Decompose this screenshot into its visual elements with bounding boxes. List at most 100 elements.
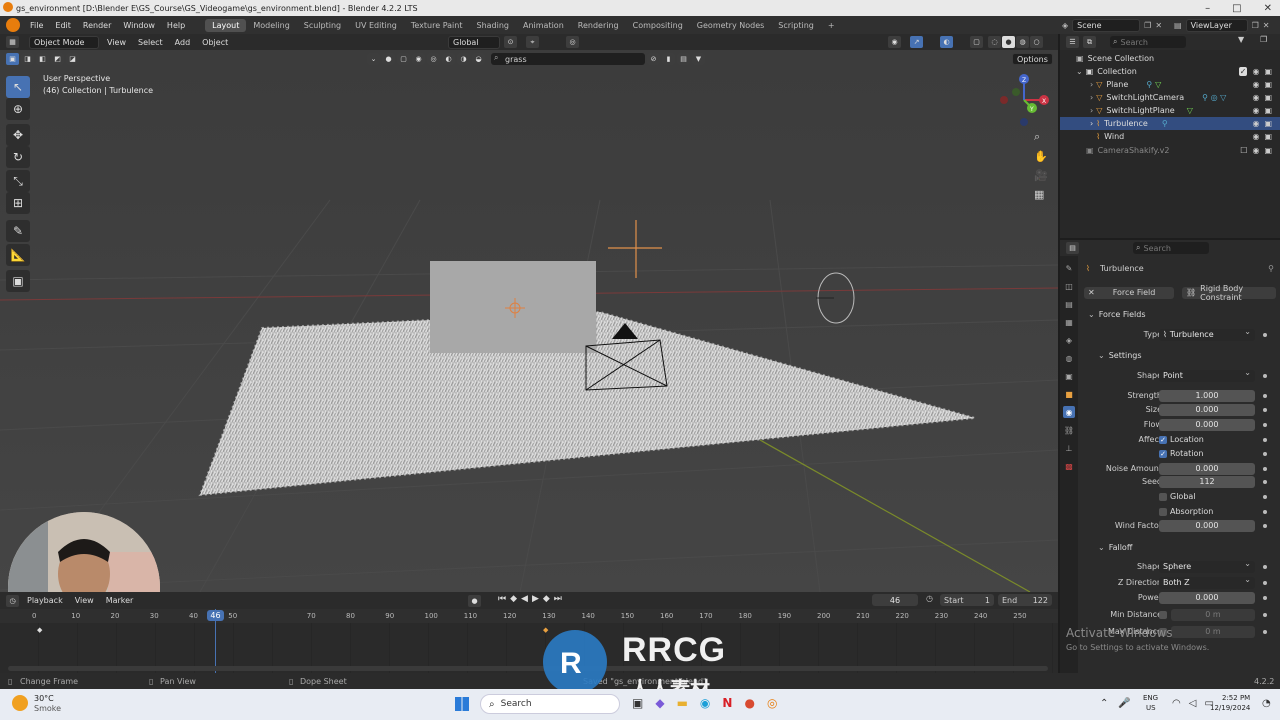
blender-menu-icon[interactable]	[6, 18, 20, 32]
netflix-icon[interactable]: N	[722, 696, 732, 710]
animate-dot[interactable]	[1263, 451, 1267, 456]
filter-icon[interactable]: ▼	[692, 53, 705, 65]
jump-start-icon[interactable]: ⏮	[498, 594, 506, 604]
z-direction-dropdown[interactable]: Both Z	[1159, 575, 1255, 589]
menu-view[interactable]: View	[103, 38, 130, 47]
language-indicator[interactable]: ENG	[1143, 694, 1158, 702]
filter-dropdown-icon[interactable]: ⌄	[367, 53, 380, 65]
section-falloff[interactable]: ⌄ Falloff	[1078, 540, 1280, 554]
eye-icon[interactable]: ◉	[1252, 106, 1259, 115]
notifications-icon[interactable]: ◔	[1262, 698, 1271, 709]
volume-icon[interactable]: ◁	[1189, 698, 1197, 709]
3d-viewport[interactable]: User Perspective (46) Collection | Turbu…	[0, 50, 1058, 592]
perspective-grid-icon[interactable]: ▦	[1034, 188, 1048, 201]
menu-render[interactable]: Render	[77, 21, 117, 30]
camera-icon[interactable]: ▣	[1264, 93, 1272, 102]
clock-time[interactable]: 2:52 PM	[1222, 694, 1250, 702]
app-icon[interactable]: ◆	[655, 696, 664, 710]
animate-dot[interactable]	[1263, 612, 1267, 617]
restrict-select-icon[interactable]: ▢	[397, 53, 410, 65]
outliner-item-turbulence[interactable]: › ⌇ Turbulence ⚲ ◉ ▣	[1060, 117, 1280, 130]
select-invert-icon[interactable]: ◩	[51, 53, 64, 65]
edge-icon[interactable]: ◉	[700, 696, 710, 710]
start-frame-field[interactable]: Start 1	[940, 594, 994, 606]
tab-shading[interactable]: Shading	[469, 19, 516, 32]
delete-viewlayer-icon[interactable]: ✕	[1263, 21, 1270, 30]
use-min-distance-checkbox[interactable]	[1159, 610, 1167, 619]
animate-dot[interactable]	[1263, 393, 1267, 398]
outliner-collection[interactable]: ⌄ ▣ Collection ✓ ◉ ▣	[1060, 65, 1280, 78]
pan-hand-icon[interactable]: ✋	[1034, 150, 1048, 163]
menu-select[interactable]: Select	[134, 38, 167, 47]
camera-icon[interactable]: ▣	[1264, 119, 1272, 128]
region-indicator[interactable]: US	[1146, 704, 1156, 712]
select-subtract-icon[interactable]: ◧	[36, 53, 49, 65]
object-tab-icon[interactable]: ■	[1063, 388, 1075, 400]
scene-tab-icon[interactable]: ◈	[1063, 334, 1075, 346]
expand-arrow-icon[interactable]: ›	[1090, 93, 1093, 102]
scale-tool-icon[interactable]: ⤡	[6, 170, 30, 192]
animate-dot[interactable]	[1263, 564, 1267, 569]
blender-taskbar-icon[interactable]: ◎	[767, 696, 777, 710]
visibility-icon[interactable]: ◉	[888, 36, 901, 48]
outliner-editor-icon[interactable]: ☰	[1066, 36, 1079, 48]
animate-dot[interactable]	[1263, 479, 1267, 484]
keyframe-diamond[interactable]: ◆	[37, 626, 42, 634]
tool-tab-icon[interactable]: ✎	[1063, 262, 1075, 274]
options-dropdown[interactable]: Options	[1012, 53, 1053, 65]
playhead-handle[interactable]: 46	[207, 610, 224, 621]
scene-canvas[interactable]: User Perspective (46) Collection | Turbu…	[0, 50, 1058, 592]
render-tab-icon[interactable]: ◫	[1063, 280, 1075, 292]
properties-editor-icon[interactable]: ▤	[1066, 242, 1079, 254]
chevron-up-icon[interactable]: ⌃	[1100, 698, 1108, 709]
tab-compositing[interactable]: Compositing	[626, 19, 690, 32]
tab-modeling[interactable]: Modeling	[246, 19, 296, 32]
affect-rotation-checkbox[interactable]: ✓ Rotation	[1159, 449, 1203, 458]
microphone-icon[interactable]: 🎤	[1118, 698, 1130, 709]
remove-icon[interactable]: ✕	[1088, 288, 1095, 297]
exclude-checkbox[interactable]: ☐	[1240, 146, 1247, 155]
clear-search-icon[interactable]: ⊘	[647, 53, 660, 65]
texture-tab-icon[interactable]: ▩	[1063, 460, 1075, 472]
tab-sculpting[interactable]: Sculpting	[297, 19, 348, 32]
bookmark-icon[interactable]: ▮	[662, 53, 675, 65]
rendered-shading-icon[interactable]: ○	[1030, 36, 1043, 48]
menu-timeline-view[interactable]: View	[71, 596, 98, 605]
windows-start-icon[interactable]	[455, 697, 469, 711]
output-tab-icon[interactable]: ▤	[1063, 298, 1075, 310]
collapse-icon[interactable]: ▤	[677, 53, 690, 65]
eye-icon[interactable]: ◉	[1252, 67, 1259, 76]
outliner-item-camerashakify[interactable]: ▣ CameraShakify.v2 ☐ ◉ ▣	[1060, 144, 1280, 157]
display-mode-icon[interactable]: ⧉	[1083, 36, 1096, 48]
properties-search[interactable]: ⌕ Search	[1133, 242, 1209, 254]
auto-key-icon[interactable]: ●	[468, 594, 481, 607]
outliner-item-switchlightcamera[interactable]: › ▽ SwitchLightCamera ⚲ ◎ ▽ ◉ ▣	[1060, 91, 1280, 104]
rotate-tool-icon[interactable]: ↻	[6, 146, 30, 168]
select-extend-icon[interactable]: ◨	[21, 53, 34, 65]
restrict-hide-icon[interactable]: ◐	[442, 53, 455, 65]
play-icon[interactable]: ▶	[532, 594, 539, 604]
noise-amount-field[interactable]: 0.000	[1159, 462, 1255, 475]
seed-field[interactable]: 112	[1159, 475, 1255, 488]
animate-dot[interactable]	[1263, 437, 1267, 442]
select-new-icon[interactable]: ▣	[6, 53, 19, 65]
outliner-item-switchlightplane[interactable]: › ▽ SwitchLightPlane ▽ ◉ ▣	[1060, 104, 1280, 117]
new-collection-icon[interactable]: ❐	[1260, 35, 1267, 44]
affect-location-checkbox[interactable]: ✓ Location	[1159, 435, 1204, 444]
wind-factor-field[interactable]: 0.000	[1159, 519, 1255, 532]
camera-icon[interactable]: ▣	[1264, 67, 1272, 76]
snap-icon[interactable]: ⌖	[526, 36, 539, 48]
overlay-icon[interactable]: ◐	[940, 36, 953, 48]
menu-edit[interactable]: Edit	[49, 21, 77, 30]
menu-help[interactable]: Help	[161, 21, 191, 30]
animate-dot[interactable]	[1263, 494, 1267, 499]
next-key-icon[interactable]: ◆	[543, 594, 550, 604]
maximize-button[interactable]: □	[1232, 3, 1241, 14]
color-filter-icon[interactable]: ●	[382, 53, 395, 65]
camera-view-icon[interactable]: 🎥	[1034, 169, 1048, 182]
shape-dropdown[interactable]: Point	[1159, 368, 1255, 382]
animate-dot[interactable]	[1263, 422, 1267, 427]
eye-icon[interactable]: ◉	[1252, 80, 1259, 89]
physics-tab-icon[interactable]: ◉	[1063, 406, 1075, 418]
animate-dot[interactable]	[1263, 580, 1267, 585]
